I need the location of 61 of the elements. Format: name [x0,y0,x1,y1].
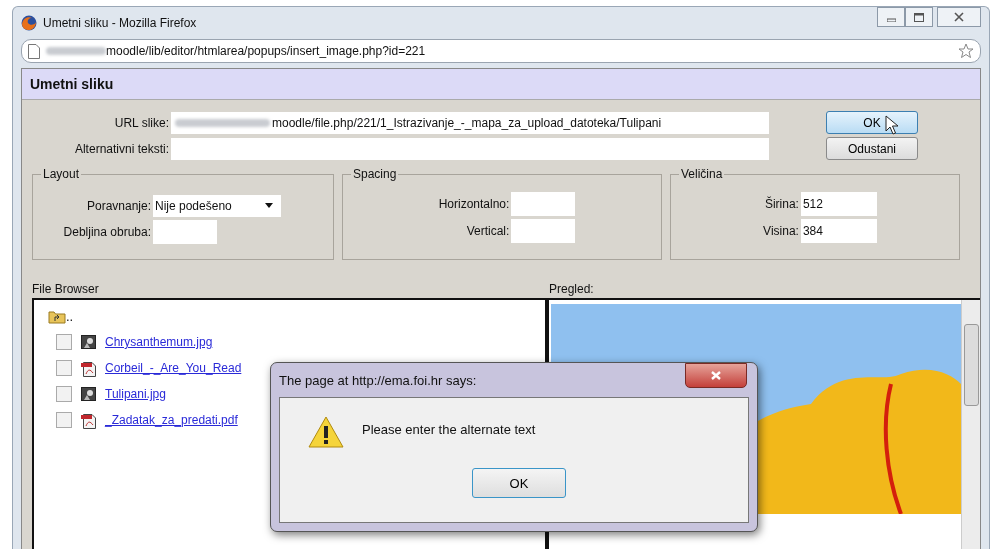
star-icon [958,43,974,59]
dialog-heading: Umetni sliku [22,69,980,100]
field-value: 512 [801,196,823,211]
text-field[interactable] [171,138,769,160]
file-link[interactable]: Corbeil_-_Are_You_Read [105,361,242,375]
field-label: Horizontalno: [438,196,511,211]
window-title: Umetni sliku - Mozilla Firefox [43,16,197,30]
field-label: Širina: [763,196,800,211]
alert-message: Please enter the alternate text [362,421,536,437]
checkbox[interactable] [56,334,72,350]
checkbox[interactable] [56,386,72,402]
alert-title: The page at http://ema.foi.hr says: [279,373,477,388]
file-link[interactable]: _Zadatak_za_predati.pdf [105,413,238,427]
file-link[interactable]: Tulipani.jpg [105,387,166,401]
page-icon [28,43,40,59]
close-button[interactable] [685,363,747,388]
browser-logo-icon [21,15,37,31]
maximize-button[interactable] [905,7,933,27]
file-link[interactable]: Chrysanthemum.jpg [105,335,213,349]
field-label: URL slike: [113,116,170,130]
section-label: Pregled: [548,282,595,298]
input-field[interactable] [511,191,576,216]
pdf-file-icon [81,411,96,429]
field-label: Debljina obruba: [62,224,152,239]
checkbox[interactable] [56,360,72,376]
parent-folder-link[interactable]: .. [66,308,74,324]
folder-up-icon [48,308,66,324]
ok-button[interactable]: OK [472,468,566,498]
text-field[interactable]: moodle/file.php/221/1_Istrazivanje_-_mapa_za_upload_datoteka/Tulipani [171,112,769,134]
scrollbar-thumb[interactable] [964,324,979,406]
url-text: moodle/lib/editor/htmlarea/popups/insert_image.php?id=221 [106,44,426,58]
field-label: Vertical: [465,223,511,238]
cancel-button[interactable]: Odustani [826,137,918,160]
image-file-icon [81,387,96,401]
input-field[interactable]: 512 [800,191,877,216]
dropdown[interactable]: Nije podešeno [153,194,281,217]
maximize-icon [914,12,924,22]
field-label: Alternativni teksti: [73,142,170,156]
field-value: 384 [801,223,823,238]
cursor-icon [885,115,898,135]
input-field[interactable] [153,219,217,244]
dropdown-value: Nije podešeno [154,198,232,213]
address-bar[interactable]: moodle/lib/editor/htmlarea/popups/insert_image.php?id=221 [21,39,981,63]
dropdown-arrow-icon [265,203,273,208]
section-label: File Browser [32,282,100,298]
fieldset-legend: Spacing [351,167,399,181]
checkbox[interactable] [56,412,72,428]
fieldset-legend: Layout [41,167,82,181]
ok-button[interactable]: OK [826,111,918,134]
pdf-file-icon [81,359,96,377]
field-label: Poravnanje: [85,198,152,213]
close-icon [710,370,722,381]
fieldset-legend: Veličina [679,167,725,181]
scrollbar[interactable] [961,300,980,549]
field-value: moodle/file.php/221/1_Istrazivanje_-_mapa_za_upload_datoteka/Tulipani [272,116,662,130]
image-file-icon [81,335,96,349]
field-label: Visina: [763,223,800,238]
input-field[interactable]: 384 [800,218,877,243]
close-icon [954,12,964,22]
input-field[interactable] [511,218,576,243]
warning-icon [308,416,344,448]
